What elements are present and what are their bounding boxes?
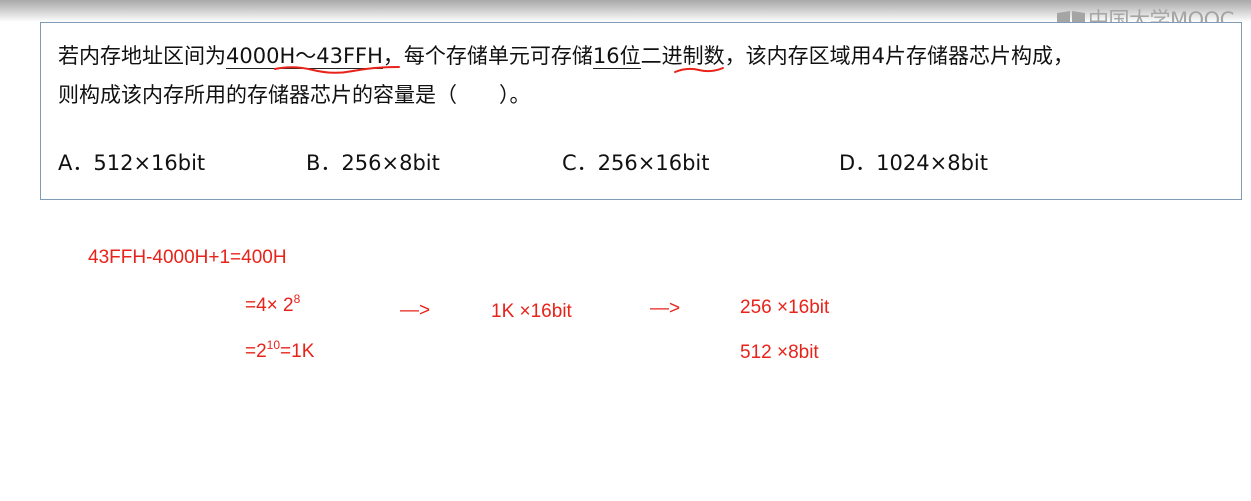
question-box: 若内存地址区间为4000H～43FFH，每个存储单元可存储16位二进制数，该内存… bbox=[40, 22, 1242, 200]
arrow-1: —> bbox=[400, 300, 431, 321]
step-1-base: =4× 2 bbox=[245, 295, 294, 316]
result-2: 512 ×8bit bbox=[740, 342, 819, 363]
option-b[interactable]: B．256×8bit bbox=[306, 147, 440, 177]
result-1: 256 ×16bit bbox=[740, 297, 830, 318]
question-text-part1: 若内存地址区间为 bbox=[58, 44, 226, 68]
bit-width: 16位 bbox=[592, 40, 641, 70]
step-2-result: =1K bbox=[280, 341, 315, 362]
arrow-2: —> bbox=[650, 298, 681, 319]
question-line-2: 则构成该内存所用的存储器芯片的容量是（ ）。 bbox=[58, 83, 531, 107]
calc-line: 43FFH-4000H+1=400H bbox=[88, 247, 287, 268]
answer-options: A．512×16bit B．256×8bit C．256×16bit D．102… bbox=[58, 147, 1218, 177]
step-2-exponent: 10 bbox=[266, 338, 281, 352]
step-2: =210=1K bbox=[245, 338, 314, 363]
step-1: =4× 28 bbox=[245, 292, 300, 317]
question-line-1: 若内存地址区间为4000H～43FFH，每个存储单元可存储16位二进制数，该内存… bbox=[58, 40, 1074, 70]
step-2-base: =2 bbox=[245, 341, 267, 362]
question-text-part3: 二进制数，该内存区域用4片存储器芯片构成， bbox=[640, 44, 1074, 68]
option-c[interactable]: C．256×16bit bbox=[562, 147, 709, 177]
mid-result: 1K ×16bit bbox=[491, 301, 572, 322]
step-1-exponent: 8 bbox=[293, 292, 301, 306]
address-range: 4000H～43FFH bbox=[226, 40, 383, 70]
option-d[interactable]: D．1024×8bit bbox=[839, 147, 988, 177]
question-text-part2: ，每个存储单元可存储 bbox=[382, 44, 593, 68]
option-a[interactable]: A．512×16bit bbox=[58, 147, 205, 177]
